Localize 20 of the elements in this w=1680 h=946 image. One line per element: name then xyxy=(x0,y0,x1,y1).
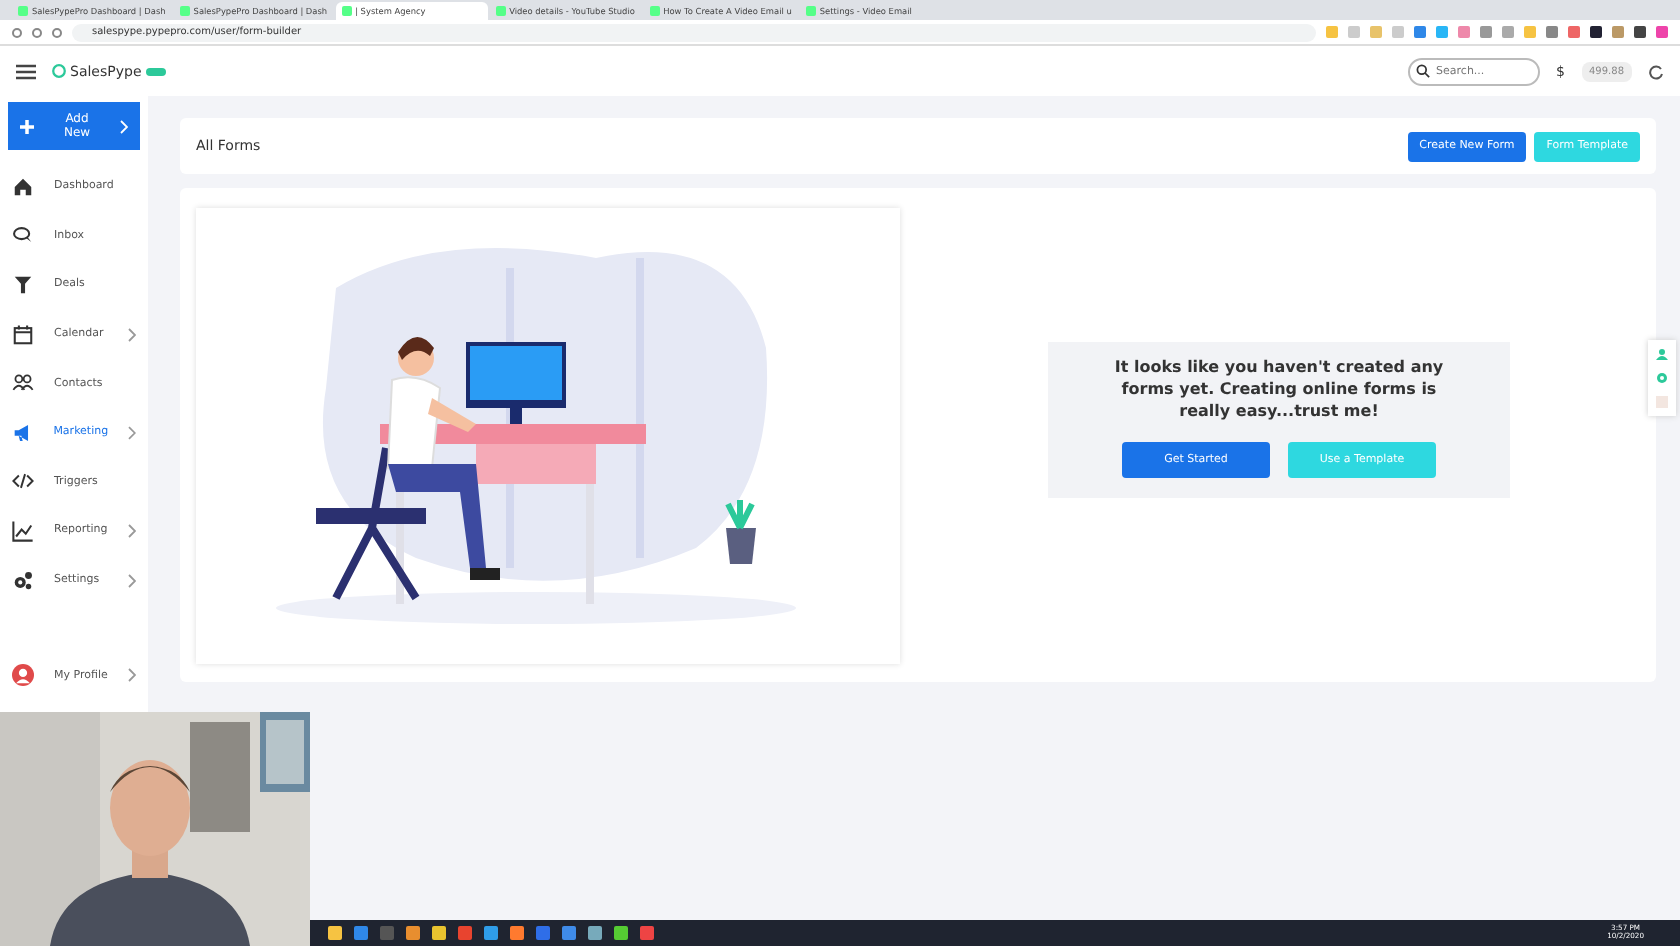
menu-icon[interactable] xyxy=(16,63,36,79)
plus-icon xyxy=(20,119,34,133)
circle-icon[interactable] xyxy=(1656,372,1668,384)
chevron-icon xyxy=(128,668,136,683)
calendar-icon xyxy=(12,323,34,346)
chevron-icon xyxy=(120,119,128,133)
filter-icon xyxy=(12,273,34,296)
empty-message: It looks like you haven't created any forms yet. Creating online forms is really easy...trust me! xyxy=(1112,358,1446,424)
megaphone-icon xyxy=(12,421,34,444)
note-icon[interactable] xyxy=(1656,396,1668,408)
chat-icon xyxy=(12,224,34,247)
gears-icon xyxy=(12,569,34,592)
people-icon xyxy=(12,372,34,395)
search-icon xyxy=(1416,64,1431,78)
user-icon[interactable] xyxy=(1656,348,1668,360)
chart-icon xyxy=(12,519,34,542)
code-icon xyxy=(12,470,34,493)
home-icon xyxy=(12,175,34,198)
refresh-icon[interactable] xyxy=(1648,63,1664,79)
avatar-icon xyxy=(12,664,34,687)
